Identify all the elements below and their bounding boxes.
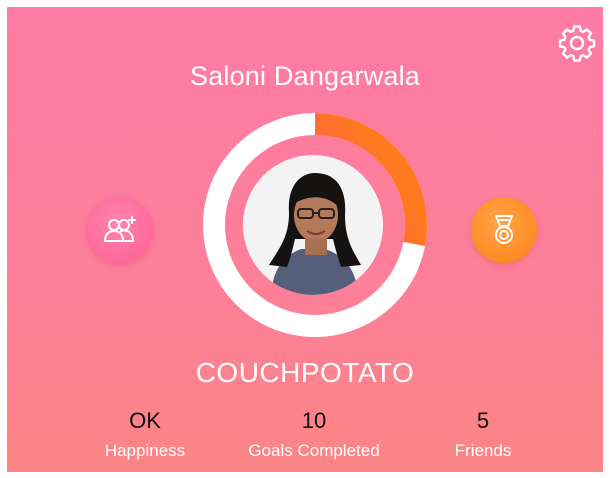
stat-goals-completed: 10 Goals Completed (224, 408, 404, 461)
stat-friends: 5 Friends (393, 408, 573, 461)
user-name: Saloni Dangarwala (189, 61, 421, 91)
profile-card: Saloni Dangarwala COUCHPOTATO OK Happine… (7, 7, 603, 472)
medal-icon (495, 215, 513, 244)
add-friends-icon (104, 216, 136, 242)
avatar[interactable] (243, 155, 383, 295)
stat-label: Goals Completed (248, 441, 380, 460)
rank-title: COUCHPOTATO (195, 357, 415, 388)
stat-label: Friends (454, 441, 512, 460)
avatar-image (243, 155, 383, 295)
friends-button[interactable] (87, 197, 153, 263)
gear-icon[interactable] (557, 23, 597, 63)
medal-button[interactable] (471, 197, 537, 263)
stat-value: 10 (301, 408, 327, 433)
stat-label: Happiness (104, 441, 186, 460)
stat-happiness: OK Happiness (55, 408, 235, 461)
stat-value: 5 (476, 408, 490, 433)
stat-value: OK (129, 408, 161, 433)
